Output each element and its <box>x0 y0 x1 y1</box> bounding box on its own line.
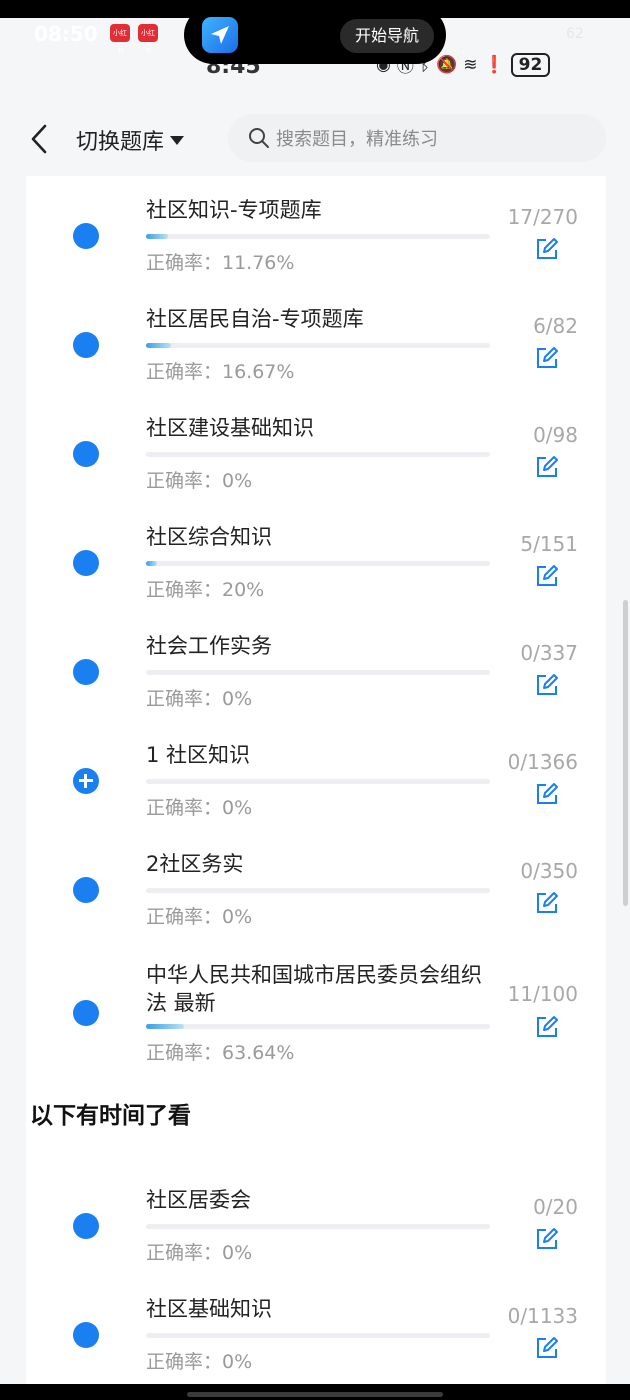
edit-icon[interactable] <box>534 454 560 480</box>
search-placeholder: 搜索题目，精准练习 <box>276 129 438 150</box>
status-dot <box>73 223 99 249</box>
list-item[interactable]: 社区基础知识 正确率：0% 0/1133 <box>26 1275 606 1384</box>
progress-bar <box>146 1224 490 1229</box>
accuracy-text: 正确率：63.64% <box>146 1042 295 1064</box>
progress-count: 5/151 <box>520 532 578 556</box>
alert-icon: ❗ <box>483 54 505 75</box>
item-title: 社会工作实务 <box>146 634 272 658</box>
status-dot <box>73 877 99 903</box>
item-title: 社区基础知识 <box>146 1297 272 1321</box>
edit-icon[interactable] <box>534 345 560 371</box>
progress-count: 0/20 <box>533 1195 578 1219</box>
scrollbar[interactable] <box>623 600 628 906</box>
edit-icon[interactable] <box>534 1226 560 1252</box>
list-item[interactable]: 社区建设基础知识 正确率：0% 0/98 <box>26 394 606 503</box>
progress-fill <box>146 561 158 566</box>
item-title: 社区居民自治-专项题库 <box>146 307 364 331</box>
progress-bar <box>146 452 490 457</box>
list-item[interactable]: 社区居民自治-专项题库 正确率：16.67% 6/82 <box>26 285 606 394</box>
background-time: 08:50 <box>34 22 98 46</box>
edit-icon[interactable] <box>534 1335 560 1361</box>
dynamic-island[interactable]: 开始导航 <box>184 6 446 64</box>
accuracy-text: 正确率：0% <box>146 688 253 710</box>
progress-count: 17/270 <box>507 205 578 229</box>
progress-fill <box>146 343 172 348</box>
item-title: 1 社区知识 <box>146 743 251 767</box>
switch-bank-label: 切换题库 <box>76 130 165 155</box>
edit-icon[interactable] <box>534 236 560 262</box>
xiaohongshu-icon: 小红书 <box>110 24 130 55</box>
list-item[interactable]: 社区综合知识 正确率：20% 5/151 <box>26 503 606 612</box>
back-arrow-icon <box>31 124 47 154</box>
accuracy-text: 正确率：0% <box>146 470 253 492</box>
progress-bar <box>146 343 490 348</box>
section-heading: 以下有时间了看 <box>30 1096 244 1132</box>
back-button[interactable] <box>28 122 52 156</box>
edit-icon[interactable] <box>534 781 560 807</box>
accuracy-text: 正确率：20% <box>146 579 265 601</box>
progress-fill <box>146 1024 184 1029</box>
status-dot <box>73 550 99 576</box>
mute-icon: 🔕 <box>436 54 458 75</box>
progress-count: 0/98 <box>533 423 578 447</box>
edit-icon[interactable] <box>534 672 560 698</box>
progress-count: 6/82 <box>533 314 578 338</box>
search-input[interactable]: 搜索题目，精准练习 <box>228 114 606 162</box>
start-navigation-button[interactable]: 开始导航 <box>340 19 434 53</box>
switch-bank-dropdown[interactable]: 切换题库 <box>76 124 185 156</box>
progress-bar <box>146 1024 490 1029</box>
progress-fill <box>146 234 168 239</box>
progress-bar <box>146 888 490 893</box>
search-icon <box>249 128 269 148</box>
progress-count: 0/337 <box>520 641 578 665</box>
status-dot <box>73 659 99 685</box>
battery-indicator: 92 <box>510 52 551 77</box>
header-nav: 切换题库 搜索题目，精准练习 <box>0 112 630 168</box>
progress-count: 0/1366 <box>507 750 578 774</box>
accuracy-text: 正确率：16.67% <box>146 361 295 383</box>
progress-count: 11/100 <box>507 982 578 1006</box>
add-circle-icon[interactable] <box>73 768 99 794</box>
section-heading-text: 以下有时间了看 <box>30 1103 191 1129</box>
list-item[interactable]: 社会工作实务 正确率：0% 0/337 <box>26 612 606 721</box>
accuracy-text: 正确率：0% <box>146 1242 253 1264</box>
progress-bar <box>146 234 490 239</box>
wifi-icon: ≋ <box>463 54 478 75</box>
accuracy-text: 正确率：0% <box>146 906 253 928</box>
list-item[interactable]: 社区知识-专项题库 正确率：11.76% 17/270 <box>26 176 606 285</box>
list-item[interactable]: 1 社区知识 正确率：0% 0/1366 <box>26 721 606 830</box>
progress-bar <box>146 670 490 675</box>
status-dot <box>73 441 99 467</box>
status-dot <box>73 1000 99 1026</box>
progress-count: 0/350 <box>520 859 578 883</box>
progress-bar <box>146 561 490 566</box>
item-title: 社区建设基础知识 <box>146 416 314 440</box>
progress-bar <box>146 779 490 784</box>
item-title: 社区居委会 <box>146 1188 251 1212</box>
status-dot <box>73 1322 99 1348</box>
item-title: 中华人民共和国城市居民委员会组织法 最新 <box>146 963 482 1015</box>
accuracy-text: 正确率：0% <box>146 1351 253 1373</box>
item-title: 2社区务实 <box>146 852 244 876</box>
edit-icon[interactable] <box>534 563 560 589</box>
home-indicator[interactable] <box>187 1392 443 1397</box>
accuracy-text: 正确率：0% <box>146 797 253 819</box>
xiaohongshu-icon: 小红书 <box>138 24 158 55</box>
caret-down-icon <box>170 136 185 145</box>
item-title: 社区知识-专项题库 <box>146 198 322 222</box>
edit-icon[interactable] <box>534 890 560 916</box>
status-dot <box>73 1213 99 1239</box>
progress-count: 0/1133 <box>507 1304 578 1328</box>
accuracy-text: 正确率：11.76% <box>146 252 295 274</box>
progress-bar <box>146 1333 490 1338</box>
question-bank-list: 社区知识-专项题库 正确率：11.76% 17/270 社区居民自治-专项题库 … <box>26 176 606 1400</box>
edit-icon[interactable] <box>534 1014 560 1040</box>
signal-strength: 62 <box>566 26 584 42</box>
list-item[interactable]: 社区居委会 正确率：0% 0/20 <box>26 1166 606 1275</box>
navigation-app-icon[interactable] <box>202 17 238 53</box>
list-item[interactable]: 2社区务实 正确率：0% 0/350 <box>26 830 606 939</box>
item-title: 社区综合知识 <box>146 525 272 549</box>
status-dot <box>73 332 99 358</box>
list-item[interactable]: 中华人民共和国城市居民委员会组织法 最新 正确率：63.64% 11/100 <box>26 939 606 1075</box>
